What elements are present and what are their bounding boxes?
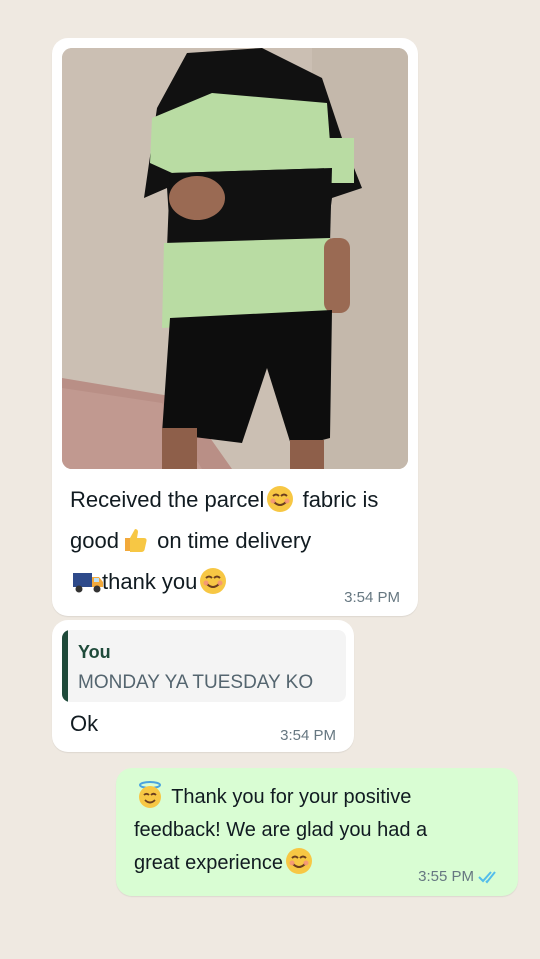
message-time: 3:54 PM (280, 727, 336, 744)
message-time: 3:54 PM (344, 589, 400, 606)
quote-author: You (78, 642, 111, 662)
message-text: Received the parcel fabric is good on ti… (70, 485, 379, 595)
message-text: Ok (70, 711, 99, 736)
truck-icon (72, 567, 103, 595)
thumbs-up-icon (121, 526, 149, 554)
quoted-message[interactable]: You MONDAY YA TUESDAY KO (62, 630, 346, 702)
smiling-blush-icon (266, 485, 294, 513)
read-ticks-icon (478, 870, 500, 888)
incoming-image-message[interactable]: Received the parcel fabric is good on ti… (52, 38, 418, 616)
halo-face-icon (136, 781, 164, 809)
chat-area: Received the parcel fabric is good on ti… (0, 0, 540, 959)
quote-accent-bar (62, 630, 68, 702)
message-photo[interactable] (62, 48, 408, 469)
quote-text: MONDAY YA TUESDAY KO (78, 672, 314, 693)
incoming-reply-message[interactable]: You MONDAY YA TUESDAY KO Ok 3:54 PM (52, 620, 354, 752)
smiling-blush-icon (199, 567, 227, 595)
smiling-blush-icon (285, 847, 313, 875)
outgoing-message[interactable]: Thank you for your positive feedback! We… (116, 768, 518, 896)
message-text: Thank you for your positive feedback! We… (134, 781, 464, 880)
message-time: 3:55 PM (418, 868, 500, 888)
